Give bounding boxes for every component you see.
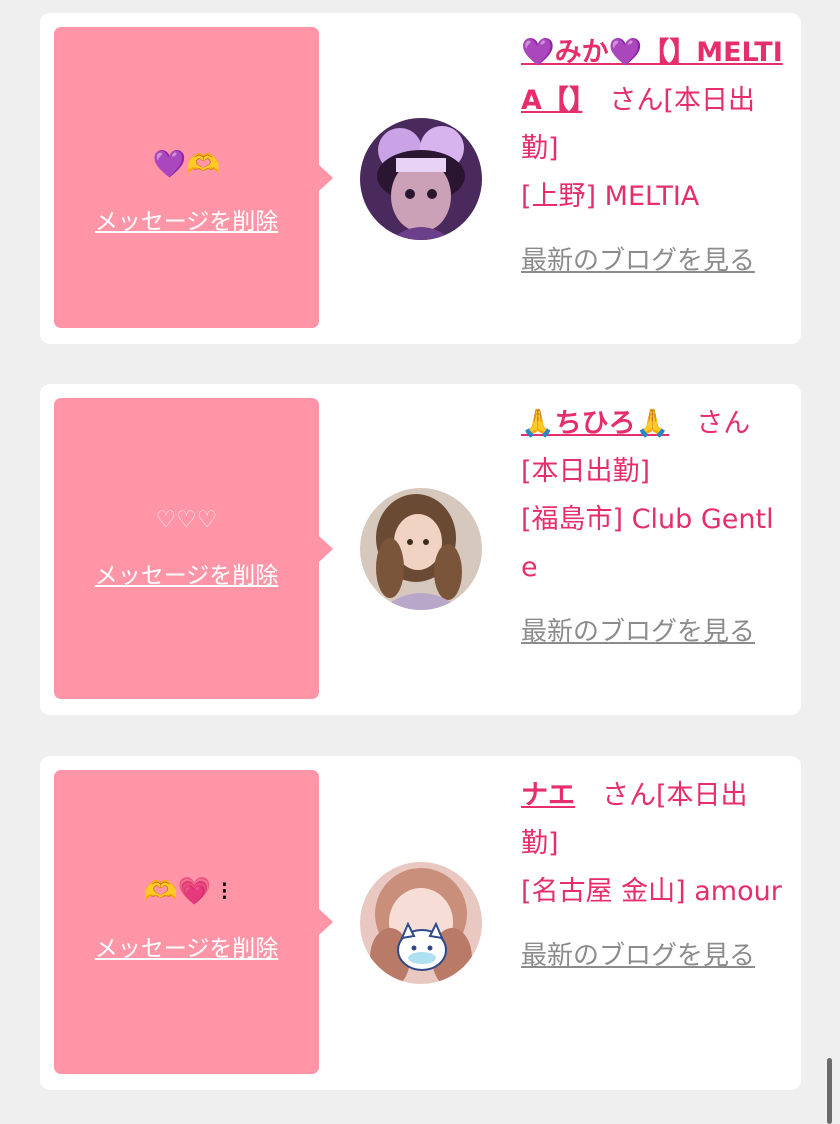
avatar-photo (360, 118, 482, 240)
message-text: 🫶💗 ⁝ (144, 876, 229, 907)
delete-message-link[interactable]: メッセージを削除 (54, 207, 319, 237)
avatar[interactable] (360, 862, 482, 984)
message-card: 🫶💗 ⁝ メッセージを削除 ナエ さん[本日出勤] [名古屋 金山] amour… (40, 756, 801, 1090)
girl-info: 💜みか💜【】MELTIA【】 さん[本日出勤] [上野] MELTIA 最新のブ… (521, 29, 783, 283)
latest-blog-link[interactable]: 最新のブログを見る (521, 934, 783, 978)
shop-location: [名古屋 金山] amour (521, 876, 782, 907)
avatar[interactable] (360, 488, 482, 610)
message-card: ♡♡♡ メッセージを削除 🙏ちひろ🙏 さん[本日出勤] [福島市] Club G… (40, 384, 801, 715)
girl-name-link[interactable]: ナエ (521, 780, 575, 811)
avatar-photo (360, 862, 482, 984)
shop-location: [上野] MELTIA (521, 181, 700, 212)
message-bubble: 🫶💗 ⁝ メッセージを削除 (54, 770, 333, 1074)
avatar[interactable] (360, 118, 482, 240)
latest-blog-link[interactable]: 最新のブログを見る (521, 239, 783, 283)
delete-message-link[interactable]: メッセージを削除 (54, 934, 319, 964)
message-text: 💜🫶 (152, 149, 221, 180)
scrollbar[interactable] (827, 1058, 832, 1124)
message-bubble: ♡♡♡ メッセージを削除 (54, 398, 333, 699)
girl-info: ナエ さん[本日出勤] [名古屋 金山] amour 最新のブログを見る (521, 772, 783, 978)
latest-blog-link[interactable]: 最新のブログを見る (521, 610, 783, 654)
message-text: ♡♡♡ (155, 507, 218, 533)
girl-info: 🙏ちひろ🙏 さん[本日出勤] [福島市] Club Gentle 最新のブログを… (521, 400, 783, 654)
shop-location: [福島市] Club Gentle (521, 504, 774, 583)
avatar-photo (360, 488, 482, 610)
message-bubble: 💜🫶 メッセージを削除 (54, 27, 333, 328)
message-card: 💜🫶 メッセージを削除 💜みか💜【】MELTIA【】 さん[本日出勤] [上野]… (40, 13, 801, 344)
delete-message-link[interactable]: メッセージを削除 (54, 561, 319, 591)
girl-name-link[interactable]: 🙏ちひろ🙏 (521, 408, 669, 439)
